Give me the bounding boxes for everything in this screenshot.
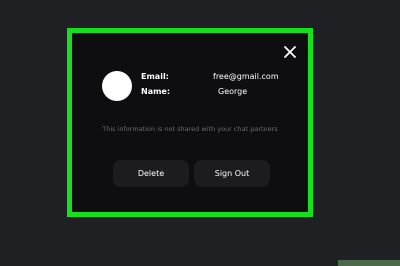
highlight-frame: Email: free@gmail.com Name: George This … [67,28,313,217]
email-label: Email: [141,72,169,81]
delete-button[interactable]: Delete [113,160,189,187]
email-value: free@gmail.com [213,72,279,81]
name-label: Name: [141,87,171,96]
privacy-notice: This information is not shared with your… [102,125,278,133]
close-button[interactable] [283,45,297,59]
name-value: George [218,87,248,96]
account-info-dialog: Email: free@gmail.com Name: George This … [72,33,308,212]
corner-mark [338,260,400,266]
avatar [102,71,132,101]
sign-out-button[interactable]: Sign Out [194,160,270,187]
close-icon [284,46,296,58]
